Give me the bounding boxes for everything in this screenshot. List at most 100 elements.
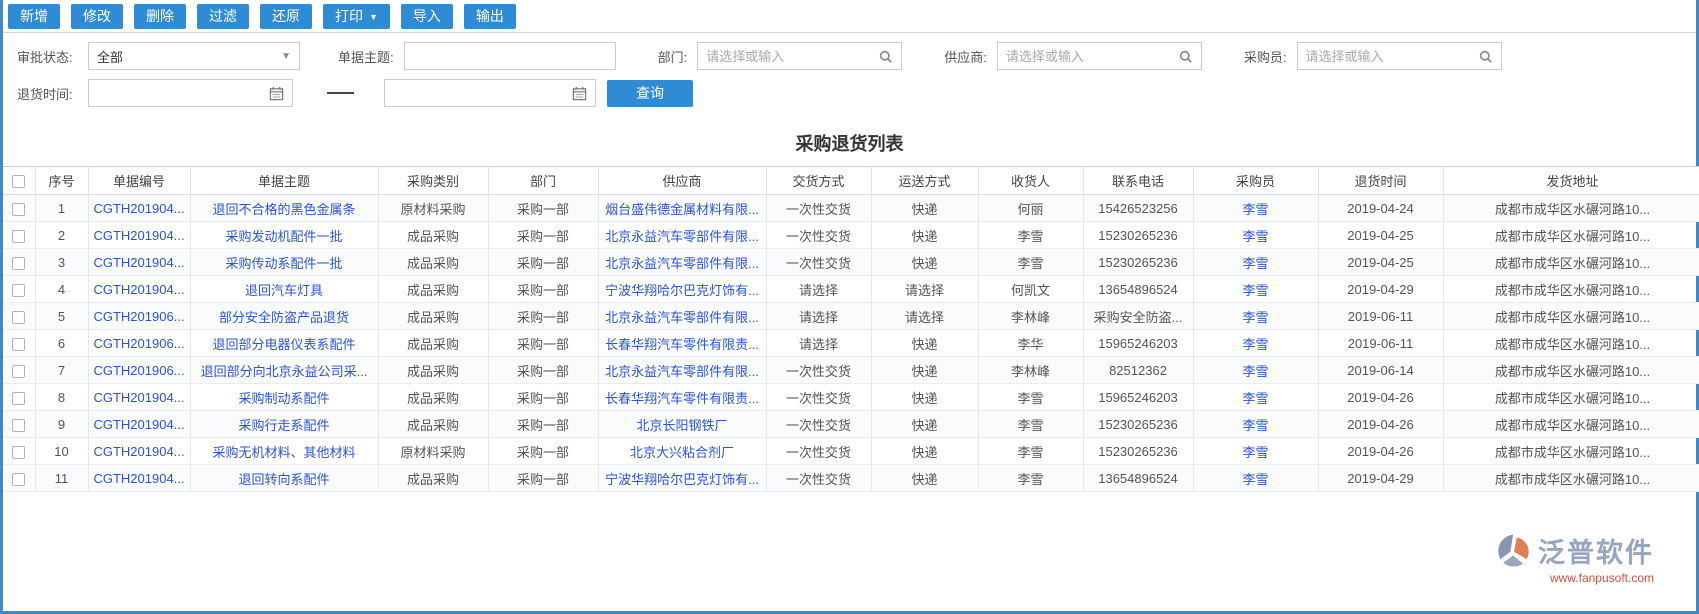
search-icon[interactable] (1178, 49, 1193, 64)
table-row: 4 CGTH201904... 退回汽车灯具 成品采购 采购一部 宁波华翔哈尔巴克灯饰有.… (3, 275, 1699, 303)
cell-purchaser[interactable]: 李雪 (1193, 194, 1319, 222)
row-checkbox[interactable] (12, 310, 26, 324)
select-all-checkbox[interactable] (12, 175, 26, 189)
cell-purchaser[interactable]: 李雪 (1193, 275, 1319, 303)
cell-delivery: 请选择 (766, 329, 872, 357)
return-time-to-input[interactable] (393, 85, 572, 101)
table-row: 2 CGTH201904... 采购发动机配件一批 成品采购 采购一部 北京永益汽车零部件… (3, 221, 1699, 249)
row-checkbox[interactable] (12, 229, 26, 243)
cell-purchaser[interactable]: 李雪 (1193, 329, 1319, 357)
cell-seq: 8 (35, 383, 89, 411)
toolbar-button-7[interactable]: 导入 (400, 4, 453, 29)
table-row: 10 CGTH201904... 采购无机材料、其他材料 原材料采购 采购一部 北京大兴粘… (3, 437, 1699, 465)
cell-doc-no[interactable]: CGTH201904... (88, 464, 191, 492)
row-checkbox[interactable] (12, 283, 26, 297)
cell-doc-no[interactable]: CGTH201904... (88, 437, 191, 465)
cell-subject[interactable]: 退回不合格的黑色金属条 (190, 194, 379, 222)
cell-receiver: 李雪 (978, 248, 1084, 276)
cell-subject[interactable]: 退回汽车灯具 (190, 275, 379, 303)
search-button[interactable]: 查询 (607, 79, 693, 107)
cell-doc-no[interactable]: CGTH201904... (88, 410, 191, 438)
cell-supplier[interactable]: 北京永益汽车零部件有限... (598, 302, 767, 330)
cell-subject[interactable]: 部分安全防盗产品退货 (190, 302, 379, 330)
cell-purchaser[interactable]: 李雪 (1193, 383, 1319, 411)
cell-doc-no[interactable]: CGTH201906... (88, 302, 191, 330)
toolbar-button-4[interactable]: 过滤 (197, 4, 249, 29)
cell-purchaser[interactable]: 李雪 (1193, 221, 1319, 249)
cell-subject[interactable]: 退回部分向北京永益公司采... (190, 356, 379, 384)
search-icon[interactable] (878, 49, 893, 64)
purchaser-input[interactable] (1305, 48, 1478, 64)
cell-subject[interactable]: 采购制动系配件 (190, 383, 379, 411)
column-header-5: 部门 (488, 166, 599, 195)
cell-return-date: 2019-04-25 (1318, 248, 1444, 276)
row-checkbox[interactable] (12, 337, 26, 351)
cell-supplier[interactable]: 长春华翔汽车零件有限责... (598, 383, 767, 411)
cell-purchaser[interactable]: 李雪 (1193, 437, 1319, 465)
calendar-icon[interactable] (269, 86, 284, 101)
cell-receiver: 李华 (978, 329, 1084, 357)
cell-supplier[interactable]: 北京永益汽车零部件有限... (598, 248, 767, 276)
cell-supplier[interactable]: 北京永益汽车零部件有限... (598, 221, 767, 249)
calendar-icon[interactable] (572, 86, 587, 101)
approval-status-select[interactable]: 全部 ▼ (88, 42, 300, 70)
row-checkbox[interactable] (12, 391, 26, 405)
toolbar-button-5[interactable]: 还原 (260, 4, 312, 29)
toolbar-button-1[interactable]: 新增 (8, 4, 60, 29)
doc-subject-input[interactable] (412, 48, 607, 64)
toolbar-button-6[interactable]: 打印 ▼ (323, 4, 390, 29)
cell-doc-no[interactable]: CGTH201904... (88, 275, 191, 303)
cell-doc-no[interactable]: CGTH201904... (88, 221, 191, 249)
cell-subject[interactable]: 采购发动机配件一批 (190, 221, 379, 249)
cell-supplier[interactable]: 北京长阳钢铁厂 (598, 410, 767, 438)
cell-supplier[interactable]: 长春华翔汽车零件有限责... (598, 329, 767, 357)
cell-doc-no[interactable]: CGTH201904... (88, 248, 191, 276)
toolbar-button-2[interactable]: 修改 (71, 4, 123, 29)
cell-address: 成都市成华区水碾河路10... (1443, 383, 1699, 411)
cell-supplier[interactable]: 宁波华翔哈尔巴克灯饰有... (598, 275, 767, 303)
date-range-separator (327, 92, 354, 94)
cell-supplier[interactable]: 北京永益汽车零部件有限... (598, 356, 767, 384)
department-input[interactable] (706, 48, 879, 64)
supplier-input[interactable] (1005, 48, 1178, 64)
cell-subject[interactable]: 采购无机材料、其他材料 (190, 437, 379, 465)
cell-shipping: 请选择 (871, 275, 979, 303)
row-checkbox[interactable] (12, 418, 26, 432)
cell-shipping: 快递 (871, 194, 979, 222)
return-time-from-input[interactable] (97, 85, 269, 101)
cell-doc-no[interactable]: CGTH201906... (88, 329, 191, 357)
toolbar-button-3[interactable]: 删除 (134, 4, 186, 29)
row-checkbox[interactable] (12, 256, 26, 270)
purchase-return-page: 新增修改删除过滤还原打印▼ 导入输出 审批状态: 全部 ▼ 单据主题: 部门: 供… (0, 0, 1699, 614)
cell-address: 成都市成华区水碾河路10... (1443, 410, 1699, 438)
cell-delivery: 一次性交货 (766, 221, 872, 249)
cell-subject[interactable]: 退回部分电器仪表系配件 (190, 329, 379, 357)
cell-subject[interactable]: 采购行走系配件 (190, 410, 379, 438)
cell-doc-no[interactable]: CGTH201906... (88, 356, 191, 384)
cell-seq: 11 (35, 464, 89, 492)
cell-department: 采购一部 (488, 464, 599, 492)
cell-subject[interactable]: 采购传动系配件一批 (190, 248, 379, 276)
doc-subject-field (403, 42, 616, 70)
cell-subject[interactable]: 退回转向系配件 (190, 464, 379, 492)
cell-doc-no[interactable]: CGTH201904... (88, 383, 191, 411)
cell-supplier[interactable]: 北京大兴粘合剂厂 (598, 437, 767, 465)
row-checkbox[interactable] (12, 364, 26, 378)
cell-purchaser[interactable]: 李雪 (1193, 302, 1319, 330)
cell-supplier[interactable]: 烟台盛伟德金属材料有限... (598, 194, 767, 222)
row-checkbox[interactable] (12, 445, 26, 459)
search-icon[interactable] (1478, 49, 1493, 64)
cell-purchaser[interactable]: 李雪 (1193, 248, 1319, 276)
cell-category: 原材料采购 (378, 437, 489, 465)
cell-supplier[interactable]: 宁波华翔哈尔巴克灯饰有... (598, 464, 767, 492)
row-checkbox[interactable] (12, 202, 26, 216)
cell-address: 成都市成华区水碾河路10... (1443, 248, 1699, 276)
table-body: 1 CGTH201904... 退回不合格的黑色金属条 原材料采购 采购一部 烟台盛伟德金… (3, 194, 1699, 492)
row-checkbox[interactable] (12, 472, 26, 486)
cell-purchaser[interactable]: 李雪 (1193, 464, 1319, 492)
toolbar-button-8[interactable]: 输出 (463, 4, 516, 29)
cell-purchaser[interactable]: 李雪 (1193, 356, 1319, 384)
cell-doc-no[interactable]: CGTH201904... (88, 194, 191, 222)
cell-purchaser[interactable]: 李雪 (1193, 410, 1319, 438)
cell-return-date: 2019-04-24 (1318, 194, 1444, 222)
